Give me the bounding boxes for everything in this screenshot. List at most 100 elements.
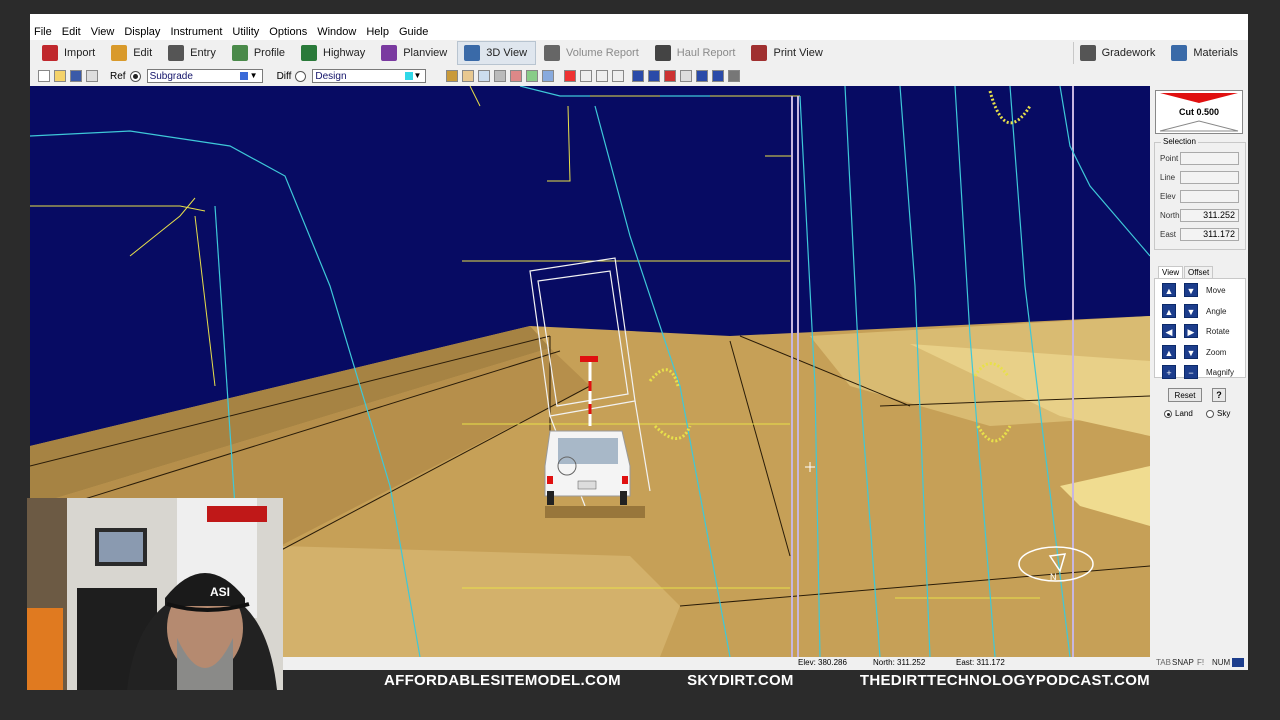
- pause-icon[interactable]: [596, 70, 609, 82]
- ref-surface-value: Subgrade: [149, 70, 193, 82]
- grid-icon[interactable]: [494, 70, 507, 82]
- import-button[interactable]: Import: [36, 42, 103, 64]
- status-tab: TAB: [1156, 658, 1171, 667]
- ref-radio[interactable]: [129, 70, 141, 82]
- text-b-icon[interactable]: [648, 70, 661, 82]
- sky-radio[interactable]: [1206, 410, 1214, 418]
- ref-color-swatch: [239, 72, 248, 80]
- highway-icon: [301, 45, 318, 61]
- open-folder-icon[interactable]: [54, 70, 66, 82]
- status-bars-icon: [1232, 658, 1244, 667]
- cap-logo: ASI: [210, 585, 230, 599]
- planview-label: Planview: [403, 47, 448, 59]
- menu-help[interactable]: Help: [362, 24, 395, 40]
- angle-up-icon[interactable]: ▲: [1162, 303, 1176, 318]
- field-east-value[interactable]: 311.172: [1180, 228, 1239, 241]
- menu-edit[interactable]: Edit: [58, 24, 87, 40]
- field-north-value[interactable]: 311.252: [1180, 209, 1239, 222]
- layers-icon[interactable]: [696, 70, 709, 82]
- reset-button[interactable]: Reset: [1168, 388, 1202, 402]
- edit-button[interactable]: Edit: [105, 42, 160, 64]
- field-elev-value[interactable]: [1180, 190, 1239, 203]
- import-icon: [42, 45, 58, 61]
- move-down-icon[interactable]: ▼: [1184, 283, 1198, 297]
- field-north-label: North: [1160, 211, 1180, 220]
- menu-guide[interactable]: Guide: [395, 24, 434, 40]
- home-icon[interactable]: [446, 70, 459, 82]
- help-button[interactable]: ?: [1212, 388, 1226, 402]
- status-num: NUM: [1212, 658, 1231, 667]
- menu-view[interactable]: View: [87, 24, 121, 40]
- print-view-label: Print View: [773, 47, 823, 59]
- stop-icon[interactable]: [612, 70, 625, 82]
- 3d-view-label: 3D View: [486, 47, 528, 59]
- vehicle-icon[interactable]: [664, 70, 677, 82]
- selection-title: Selection: [1161, 137, 1198, 146]
- status-f: F!: [1197, 658, 1205, 667]
- record-icon[interactable]: [564, 70, 577, 82]
- magnify-plus-icon[interactable]: +: [1162, 365, 1176, 379]
- gradework-icon: [1079, 45, 1096, 61]
- banner-dirttechnologypodcast[interactable]: THEDIRTTECHNOLOGYPODCAST.COM: [860, 672, 1150, 689]
- drop-icon[interactable]: [542, 70, 555, 82]
- save-icon[interactable]: [70, 70, 82, 82]
- materials-label: Materials: [1193, 47, 1238, 59]
- menu-instrument[interactable]: Instrument: [166, 24, 228, 40]
- rotate-right-icon[interactable]: ▶: [1184, 324, 1198, 338]
- gradework-button[interactable]: Gradework: [1072, 42, 1164, 64]
- rotate-left-icon[interactable]: ◀: [1162, 324, 1176, 338]
- volume-report-label: Volume Report: [566, 47, 639, 59]
- rotate-label: Rotate: [1206, 327, 1230, 336]
- survey-rod-head: [580, 356, 598, 362]
- ref-surface-select[interactable]: Subgrade ▼: [146, 69, 263, 83]
- zoom-icon[interactable]: [478, 70, 491, 82]
- planview-button[interactable]: Planview: [375, 42, 455, 64]
- planview-icon: [381, 45, 398, 61]
- status-north: North: 311.252: [873, 658, 926, 667]
- field-point-value[interactable]: [1180, 152, 1239, 165]
- angle-down-icon[interactable]: ▼: [1184, 303, 1198, 318]
- move-up-icon[interactable]: ▲: [1162, 283, 1176, 297]
- settings-icon[interactable]: [728, 70, 741, 82]
- menu-display[interactable]: Display: [120, 24, 166, 40]
- field-line-value[interactable]: [1180, 171, 1239, 184]
- status-elev: Elev: 380.286: [798, 658, 847, 667]
- materials-button[interactable]: Materials: [1165, 42, 1246, 64]
- menu-file[interactable]: File: [30, 24, 58, 40]
- diff-surface-select[interactable]: Design ▼: [312, 69, 427, 83]
- promo-banner: AFFORDABLESITEMODEL.COM SKYDIRT.COM THED…: [384, 670, 1150, 690]
- land-radio[interactable]: [1164, 410, 1172, 418]
- play-icon[interactable]: [580, 70, 593, 82]
- image-icon[interactable]: [680, 70, 693, 82]
- diff-radio[interactable]: [295, 70, 307, 82]
- menu-window[interactable]: Window: [313, 24, 362, 40]
- zoom-up-icon[interactable]: ▲: [1162, 344, 1176, 359]
- banner-affordablesitemodel[interactable]: AFFORDABLESITEMODEL.COM: [384, 672, 621, 689]
- chevron-down-icon: ▼: [249, 71, 258, 80]
- menu-options[interactable]: Options: [265, 24, 313, 40]
- 3d-view-button[interactable]: 3D View: [457, 41, 537, 65]
- print-small-icon[interactable]: [86, 70, 98, 82]
- new-file-icon[interactable]: [38, 70, 50, 82]
- haul-report-label: Haul Report: [676, 47, 736, 59]
- profile-chart-icon: [231, 45, 248, 61]
- zoom-down-icon[interactable]: ▼: [1184, 344, 1198, 359]
- arrow-icon[interactable]: [526, 70, 539, 82]
- entry-button[interactable]: Entry: [162, 42, 224, 64]
- zoom-label: Zoom: [1206, 347, 1227, 357]
- magnify-minus-icon[interactable]: −: [1184, 365, 1198, 379]
- arch-icon[interactable]: [712, 70, 725, 82]
- highway-label: Highway: [323, 47, 366, 59]
- pan-hand-icon[interactable]: [462, 70, 475, 82]
- volume-report-button[interactable]: Volume Report: [538, 42, 647, 64]
- menu-utility[interactable]: Utility: [228, 24, 265, 40]
- figure-icon[interactable]: [510, 70, 523, 82]
- menu-bar: File Edit View Display Instrument Utilit…: [30, 24, 1248, 40]
- print-view-button[interactable]: Print View: [745, 42, 830, 64]
- highway-button[interactable]: Highway: [295, 42, 373, 64]
- svg-text:N: N: [1050, 572, 1057, 582]
- profile-button[interactable]: Profile: [226, 42, 293, 64]
- text-a-icon[interactable]: [632, 70, 645, 82]
- haul-report-button[interactable]: Haul Report: [649, 42, 744, 64]
- banner-skydirt[interactable]: SKYDIRT.COM: [687, 672, 794, 689]
